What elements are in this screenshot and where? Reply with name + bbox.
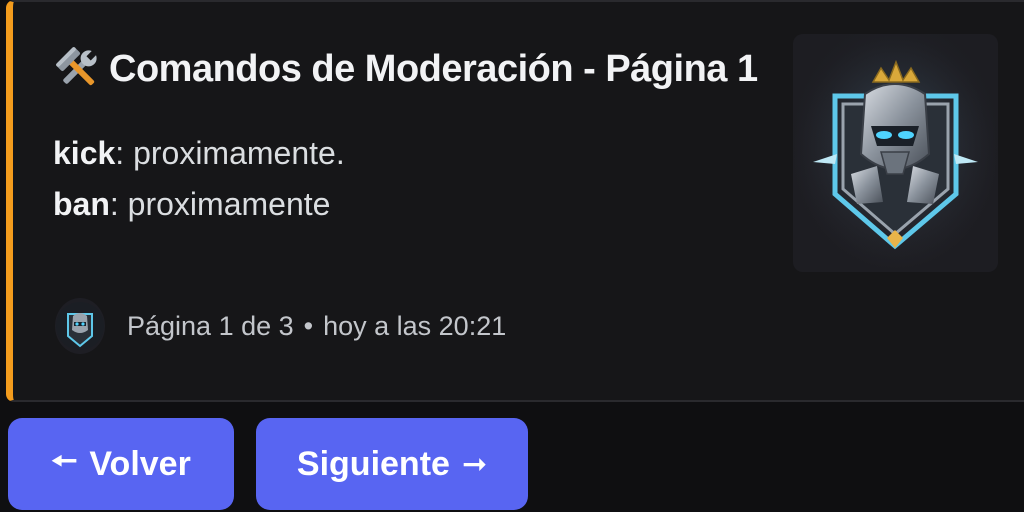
embed-title: Comandos de Moderación - Página 1 <box>53 44 758 94</box>
embed-footer: Página 1 de 3 • hoy a las 20:21 <box>55 298 506 354</box>
field-name: ban <box>53 186 110 222</box>
arrow-left-icon: 🠔 <box>51 444 78 478</box>
embed-card: Comandos de Moderación - Página 1 kick: … <box>6 0 1024 402</box>
robot-knight-emblem-image <box>793 34 998 272</box>
embed-thumbnail[interactable] <box>793 34 998 272</box>
footer-avatar <box>55 298 105 354</box>
field-value: : proximamente. <box>115 135 345 171</box>
footer-separator: • <box>303 310 314 341</box>
back-button-label: Volver <box>89 444 191 483</box>
field-value: : proximamente <box>109 186 331 222</box>
field-kick: kick: proximamente. <box>53 135 345 172</box>
footer-page-text: Página 1 de 3 <box>127 310 294 341</box>
hammer-and-wrench-icon <box>53 44 103 94</box>
back-button[interactable]: 🠔 Volver <box>8 418 234 510</box>
field-name: kick <box>53 135 116 171</box>
next-button-label: Siguiente <box>296 444 450 483</box>
robot-knight-emblem-icon <box>56 302 104 350</box>
arrow-right-icon: ➞ <box>461 447 488 481</box>
next-button[interactable]: Siguiente ➞ <box>256 418 528 510</box>
footer-timestamp[interactable]: hoy a las 20:21 <box>323 311 506 342</box>
field-ban: ban: proximamente <box>53 186 330 223</box>
embed-title-text: Comandos de Moderación - Página 1 <box>109 47 758 90</box>
